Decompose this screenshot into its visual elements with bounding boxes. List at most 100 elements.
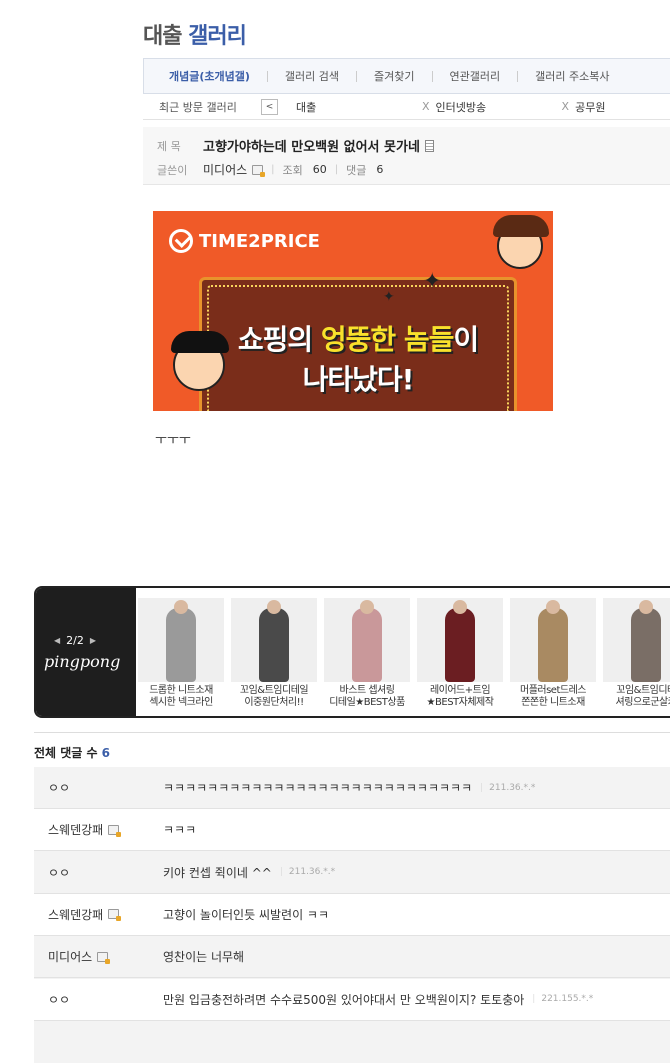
product-card[interactable]: 드롭한 니트소재 섹시한 넥크라인 [138, 598, 224, 709]
comment-text: 영찬이는 너무해 [163, 950, 245, 965]
comment-ip: 211.36.*.* [280, 867, 335, 877]
banner-logo: TIME2PRICE [169, 229, 320, 253]
fixed-nick-icon [108, 909, 122, 922]
pingpong-logo-box: ◀ 2/2 ▶ pingpong [36, 588, 136, 716]
product-image[interactable] [138, 598, 224, 682]
product-name[interactable]: 꼬임&트임디테일 이중원단처리!! [231, 685, 317, 709]
pingpong-logo: pingpong [44, 652, 121, 671]
recent-gallery-item[interactable]: 인터넷방송 [436, 99, 562, 115]
recent-gallery-item[interactable]: 대출 [296, 99, 422, 115]
comment-row: 미디어스 영찬이는 너무해 [34, 936, 670, 979]
views-count: 60 [312, 163, 327, 176]
banner-headline-1: 쇼핑의 엉뚱한 놈들이 [237, 323, 479, 356]
comments-header: 전체 댓글 수6 [34, 732, 670, 761]
nav-favorites[interactable]: 즐겨찾기 [357, 68, 431, 84]
comment-ip: 211.36.*.* [480, 783, 535, 793]
product-image[interactable] [603, 598, 670, 682]
gallery-title-main: 대출 [143, 24, 182, 49]
comment-text: 키야 컨셉 쥑이네 ^^ [163, 865, 272, 880]
recent-remove-icon[interactable]: X [562, 100, 570, 113]
comment-author-cell: ㅇㅇ [34, 864, 163, 881]
meta-divider: | [334, 164, 339, 175]
comment-ip: 221.155.*.* [532, 994, 593, 1004]
cartoon-character-icon [493, 215, 549, 269]
gallery-title-sub: 갤러리 [188, 24, 247, 49]
comments-label: 댓글 [346, 163, 367, 177]
product-image[interactable] [417, 598, 503, 682]
product-card[interactable]: 꼬임&트임디테셔링으로군살커 [603, 598, 670, 709]
product-card[interactable]: 레이어드+트임 ★BEST자체제작 [417, 598, 503, 709]
product-image[interactable] [324, 598, 410, 682]
sparkle-icon: ✦ [383, 289, 395, 305]
comment-text: 만원 입금충전하려면 수수료500원 있어야대서 만 오백원이지? 토토충아 [163, 992, 525, 1007]
fixed-nick-icon [108, 824, 122, 837]
product-ad-strip: ◀ 2/2 ▶ pingpong 드롭한 니트소재 섹시한 넥크라인 꼬임&트임디테… [34, 586, 670, 718]
comment-text: ㅋㅋㅋㅋㅋㅋㅋㅋㅋㅋㅋㅋㅋㅋㅋㅋㅋㅋㅋㅋㅋㅋㅋㅋㅋㅋㅋㅋ [163, 781, 473, 795]
gallery-title[interactable]: 대출 갤러리 [143, 18, 247, 50]
fixed-nick-icon [252, 164, 266, 177]
sparkle-icon: ✦ [423, 269, 442, 294]
recent-galleries-bar: 최근 방문 갤러리 < 대출 X 인터넷방송 X 공무원 [143, 94, 670, 120]
comment-list: ㅇㅇ ㅋㅋㅋㅋㅋㅋㅋㅋㅋㅋㅋㅋㅋㅋㅋㅋㅋㅋㅋㅋㅋㅋㅋㅋㅋㅋㅋㅋ 211.36.*.*… [34, 767, 670, 1063]
product-name[interactable]: 머플러set드레스 쫀쫀한 니트소재 [510, 685, 596, 709]
product-card[interactable]: 머플러set드레스 쫀쫀한 니트소재 [510, 598, 596, 709]
comments-count: 6 [376, 163, 384, 176]
check-icon [169, 229, 193, 253]
nav-gallery-search[interactable]: 갤러리 검색 [268, 68, 356, 84]
ad-banner[interactable]: TIME2PRICE 쇼핑의 엉뚱한 놈들이 나타났다! ✦ ✦ [153, 211, 553, 411]
comment-row: 스웨덴강패 고향이 놀이터인듯 씨발련이 ㅋㅋ [34, 893, 670, 936]
comment-text: 고향이 놀이터인듯 씨발련이 ㅋㅋ [163, 907, 330, 922]
nav-best-posts[interactable]: 개념글(초개념갤) [144, 68, 267, 84]
banner-marquee-board: 쇼핑의 엉뚱한 놈들이 나타났다! [199, 277, 517, 411]
comment-row: 스웨덴강패 ㅋㅋㅋ [34, 809, 670, 852]
comment-row: ㅇㅇ 만원 입금충전하려면 수수료500원 있어야대서 만 오백원이지? 토토충아… [34, 978, 670, 1021]
gallery-nav: 개념글(초개념갤) 갤러리 검색 즐겨찾기 연관갤러리 갤러리 주소복사 [143, 58, 670, 94]
banner-headline-2: 나타났다! [302, 363, 415, 396]
fixed-nick-icon [97, 951, 111, 964]
product-name[interactable]: 바스트 셉셔링 디테일★BEST상품 [324, 685, 410, 709]
product-name[interactable]: 드롭한 니트소재 섹시한 넥크라인 [138, 685, 224, 709]
comment-author[interactable]: ㅇㅇ [48, 864, 70, 881]
document-icon [424, 139, 434, 152]
recent-gallery-item[interactable]: 공무원 [575, 99, 605, 115]
comments-total-count: 6 [101, 746, 110, 760]
comments-total-label: 전체 댓글 수 [34, 746, 98, 760]
views-label: 조회 [282, 163, 303, 177]
nav-related-galleries[interactable]: 연관갤러리 [433, 68, 518, 84]
comment-author[interactable]: 스웨덴강패 [48, 906, 103, 923]
product-name[interactable]: 꼬임&트임디테셔링으로군살커 [603, 685, 670, 709]
pager: ◀ 2/2 ▶ [54, 634, 96, 647]
product-card[interactable]: 바스트 셉셔링 디테일★BEST상품 [324, 598, 410, 709]
comment-author[interactable]: 스웨덴강패 [48, 821, 103, 838]
nav-copy-address[interactable]: 갤러리 주소복사 [518, 68, 626, 84]
recent-galleries-label: 최근 방문 갤러리 [159, 100, 237, 114]
product-card[interactable]: 꼬임&트임디테일 이중원단처리!! [231, 598, 317, 709]
product-image[interactable] [510, 598, 596, 682]
product-name[interactable]: 레이어드+트임 ★BEST자체제작 [417, 685, 503, 709]
post-title-label: 제 목 [157, 139, 181, 153]
post-author[interactable]: 미디어스 [203, 161, 247, 178]
post-author-label: 글쓴이 [157, 163, 188, 177]
recent-prev-button[interactable]: < [261, 98, 278, 115]
recent-remove-icon[interactable]: X [422, 100, 430, 113]
comment-author-cell: 스웨덴강패 [34, 906, 163, 923]
comment-text: ㅋㅋㅋ [163, 823, 197, 838]
product-image[interactable] [231, 598, 317, 682]
post-title: 고향가야하는데 만오백원 없어서 못가네 [203, 140, 420, 155]
banner-logo-text: TIME2PRICE [199, 230, 320, 252]
meta-divider: | [271, 164, 275, 175]
comment-author[interactable]: ㅇㅇ [48, 779, 70, 796]
comment-author-cell: ㅇㅇ [34, 779, 163, 796]
next-page-icon[interactable]: ▶ [90, 636, 96, 645]
comment-author[interactable]: 미디어스 [48, 948, 92, 965]
post-header: 제 목 고향가야하는데 만오백원 없어서 못가네 글쓴이 미디어스 | 조회 6… [143, 127, 670, 185]
comment-author-cell: 스웨덴강패 [34, 821, 163, 838]
prev-page-icon[interactable]: ◀ [54, 636, 60, 645]
comment-row: ㅇㅇ 키야 컨셉 쥑이네 ^^ 211.36.*.* [34, 851, 670, 894]
comment-author-cell: ㅇㅇ [34, 991, 163, 1008]
comment-author[interactable]: ㅇㅇ [48, 991, 70, 1008]
post-body: ㅜㅜㅜ [155, 433, 191, 448]
comment-author-cell: 미디어스 [34, 948, 163, 965]
comment-row: ㅇㅇ ㅋㅋㅋㅋㅋㅋㅋㅋㅋㅋㅋㅋㅋㅋㅋㅋㅋㅋㅋㅋㅋㅋㅋㅋㅋㅋㅋㅋ 211.36.*.* [34, 767, 670, 809]
page-indicator: 2/2 [66, 634, 84, 647]
